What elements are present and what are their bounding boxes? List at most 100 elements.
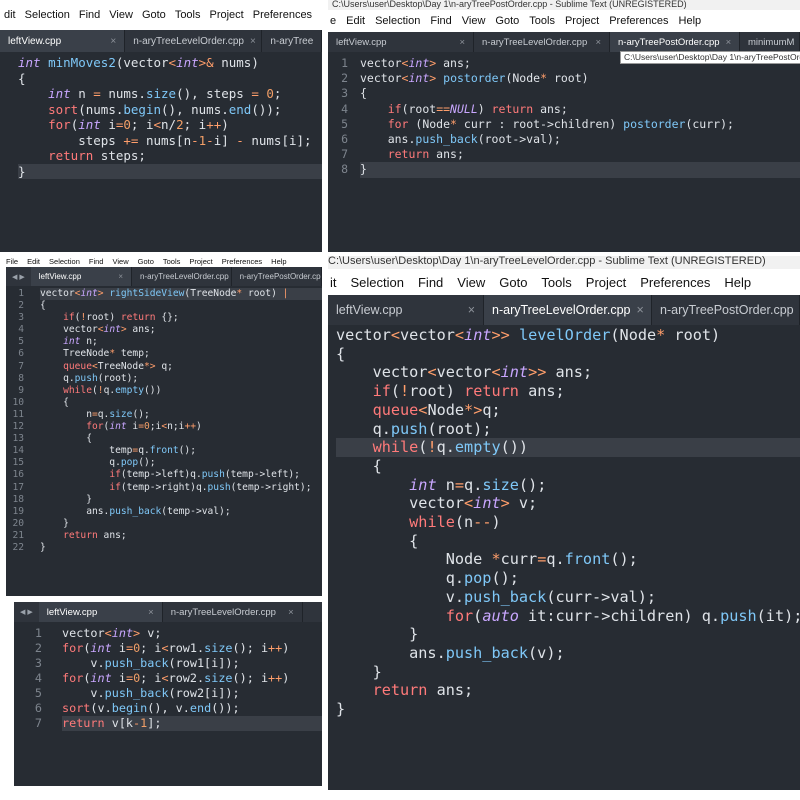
code-line[interactable]: sort(v.begin(), v.end()); bbox=[62, 701, 322, 716]
code-line[interactable]: { bbox=[40, 397, 322, 409]
code-line[interactable]: q.pop(); bbox=[336, 569, 800, 588]
code-line[interactable]: vector<int> v; bbox=[336, 494, 800, 513]
tab-close-icon[interactable]: × bbox=[288, 607, 294, 618]
menu-item[interactable]: View bbox=[457, 275, 485, 290]
menu-item[interactable]: View bbox=[112, 257, 128, 266]
editor-tab[interactable]: n-aryTreeLevelOrder.cpp × bbox=[163, 602, 303, 622]
menu-item[interactable]: Edit bbox=[27, 257, 40, 266]
menu-item[interactable]: Preferences bbox=[222, 257, 262, 266]
code-line[interactable]: return ans; bbox=[40, 530, 322, 542]
code-line[interactable]: { bbox=[336, 457, 800, 476]
code-line[interactable]: vector<int> rightSideView(TreeNode* root… bbox=[40, 288, 322, 301]
code-line[interactable]: for(int i=0; i<row1.size(); i++) bbox=[62, 641, 322, 656]
menu-item[interactable]: Find bbox=[418, 275, 443, 290]
code-line[interactable]: sort(nums.begin(), nums.end()); bbox=[18, 102, 322, 118]
code-line[interactable]: if(!root) return {}; bbox=[40, 312, 322, 324]
menu-item[interactable]: dit bbox=[4, 9, 16, 21]
code-line[interactable]: v.push_back(curr->val); bbox=[336, 588, 800, 607]
editor-tab[interactable]: n-aryTreeLevelOrder.cpp × bbox=[474, 32, 610, 52]
code-line[interactable]: for(int i=0;i<n;i++) bbox=[40, 421, 322, 433]
code-line[interactable]: if(!root) return ans; bbox=[336, 382, 800, 401]
menu-item[interactable]: Preferences bbox=[253, 9, 312, 21]
menu-item[interactable]: Find bbox=[79, 9, 100, 21]
menu-item[interactable]: Project bbox=[189, 257, 212, 266]
code-line[interactable]: while(n--) bbox=[336, 513, 800, 532]
tab-close-icon[interactable]: × bbox=[110, 36, 116, 47]
code-line[interactable]: for(int i=0; i<row2.size(); i++) bbox=[62, 671, 322, 686]
code-line[interactable]: } bbox=[336, 700, 800, 719]
menu-item[interactable]: Goto bbox=[495, 15, 519, 27]
code-line[interactable]: while(!q.empty()) bbox=[336, 438, 800, 457]
code-line[interactable]: temp=q.front(); bbox=[40, 445, 322, 457]
editor-tab[interactable]: leftView.cpp × bbox=[328, 295, 484, 325]
code-line[interactable]: if(temp->right)q.push(temp->right); bbox=[40, 482, 322, 494]
code-line[interactable]: v.push_back(row1[i]); bbox=[62, 656, 322, 671]
menu-item[interactable]: Selection bbox=[25, 9, 70, 21]
tab-close-icon[interactable]: × bbox=[118, 272, 123, 281]
menu-item[interactable]: View bbox=[109, 9, 133, 21]
tab-close-icon[interactable]: × bbox=[468, 303, 475, 317]
code-line[interactable]: int n; bbox=[40, 336, 322, 348]
tab-close-icon[interactable]: × bbox=[595, 37, 601, 48]
code-line[interactable]: return ans; bbox=[336, 681, 800, 700]
editor-tab[interactable]: leftView.cpp × bbox=[38, 602, 163, 622]
editor-tab[interactable]: n-aryTreeLevelOrder.cpp × bbox=[125, 30, 263, 52]
menu-item[interactable]: Tools bbox=[175, 9, 201, 21]
menu-item[interactable]: Preferences bbox=[609, 15, 668, 27]
code-line[interactable]: } bbox=[336, 625, 800, 644]
code-line[interactable]: Node *curr=q.front(); bbox=[336, 550, 800, 569]
code-line[interactable]: return ans; bbox=[360, 147, 800, 162]
menu-item[interactable]: Help bbox=[271, 257, 286, 266]
code-line[interactable]: { bbox=[40, 433, 322, 445]
menu-item[interactable]: Tools bbox=[541, 275, 571, 290]
editor-tab[interactable]: n-aryTreePostOrder.cpp bbox=[652, 295, 800, 325]
code-line[interactable]: } bbox=[18, 163, 322, 179]
code-line[interactable]: for(int i=0; i<n/2; i++) bbox=[18, 117, 322, 133]
tab-close-icon[interactable]: × bbox=[250, 36, 256, 47]
code-line[interactable]: v.push_back(row2[i]); bbox=[62, 686, 322, 701]
tab-close-icon[interactable]: × bbox=[148, 607, 154, 618]
menu-item[interactable]: Help bbox=[679, 15, 702, 27]
code-line[interactable]: } bbox=[40, 518, 322, 530]
menu-item[interactable]: Find bbox=[430, 15, 451, 27]
code-line[interactable]: int n=q.size(); bbox=[336, 476, 800, 495]
code-line[interactable]: for (Node* curr : root->children) postor… bbox=[360, 117, 800, 132]
code-line[interactable]: q.push(root); bbox=[336, 420, 800, 439]
menu-item[interactable]: Preferences bbox=[640, 275, 710, 290]
code-line[interactable]: if(temp->left)q.push(temp->left); bbox=[40, 469, 322, 481]
editor-tab[interactable]: leftView.cpp × bbox=[0, 30, 126, 52]
menu-item[interactable]: Selection bbox=[49, 257, 80, 266]
code-line[interactable]: queue<Node*>q; bbox=[336, 401, 800, 420]
code-line[interactable]: int n = nums.size(), steps = 0; bbox=[18, 86, 322, 102]
editor-tab[interactable]: n-aryTreePostOrder.cpp × bbox=[610, 32, 740, 52]
menu-item[interactable]: Find bbox=[89, 257, 104, 266]
editor-tab[interactable]: n-aryTreePostOrder.cpp bbox=[232, 267, 322, 286]
menu-item[interactable]: Edit bbox=[346, 15, 365, 27]
editor-tab[interactable]: minimumM bbox=[740, 32, 800, 52]
code-line[interactable]: vector<int> ans; bbox=[40, 324, 322, 336]
code-line[interactable]: } bbox=[336, 663, 800, 682]
code-area[interactable]: vector<vector<int>> levelOrder(Node* roo… bbox=[328, 325, 800, 790]
menu-item[interactable]: Goto bbox=[499, 275, 527, 290]
code-line[interactable]: vector<vector<int>> levelOrder(Node* roo… bbox=[336, 326, 800, 345]
code-line[interactable]: if(root==NULL) return ans; bbox=[360, 102, 800, 117]
code-line[interactable]: { bbox=[336, 345, 800, 364]
editor-tab[interactable]: leftView.cpp × bbox=[328, 32, 474, 52]
menu-item[interactable]: Project bbox=[586, 275, 626, 290]
menu-item[interactable]: Goto bbox=[138, 257, 154, 266]
code-area[interactable]: 1 2 3 4 5 6 7 8 9 10 11 12 13 14 15 16 17 18 19 20 21 22 vect… bbox=[6, 286, 322, 596]
editor-tab[interactable]: leftView.cpp × bbox=[30, 267, 133, 286]
menu-item[interactable]: View bbox=[462, 15, 486, 27]
code-line[interactable]: } bbox=[360, 162, 800, 178]
code-line[interactable]: while(!q.empty()) bbox=[40, 385, 322, 397]
code-line[interactable]: return steps; bbox=[18, 148, 322, 164]
tab-nav-arrows-icon[interactable]: ◀ ▶ bbox=[6, 267, 31, 286]
code-area[interactable]: 1234567 vector<int> v; for(int i=0; i<row… bbox=[14, 623, 322, 786]
menu-item[interactable]: Project bbox=[210, 9, 244, 21]
code-line[interactable]: vector<int> postorder(Node* root) bbox=[360, 71, 800, 86]
code-line[interactable]: { bbox=[40, 300, 322, 312]
code-area[interactable]: 12345678 vector<int> ans; vector<int> pos… bbox=[328, 54, 800, 252]
code-line[interactable]: int minMoves2(vector<int>& nums) bbox=[18, 55, 322, 71]
tab-nav-arrows-icon[interactable]: ◀ ▶ bbox=[14, 602, 39, 622]
code-line[interactable]: { bbox=[336, 532, 800, 551]
